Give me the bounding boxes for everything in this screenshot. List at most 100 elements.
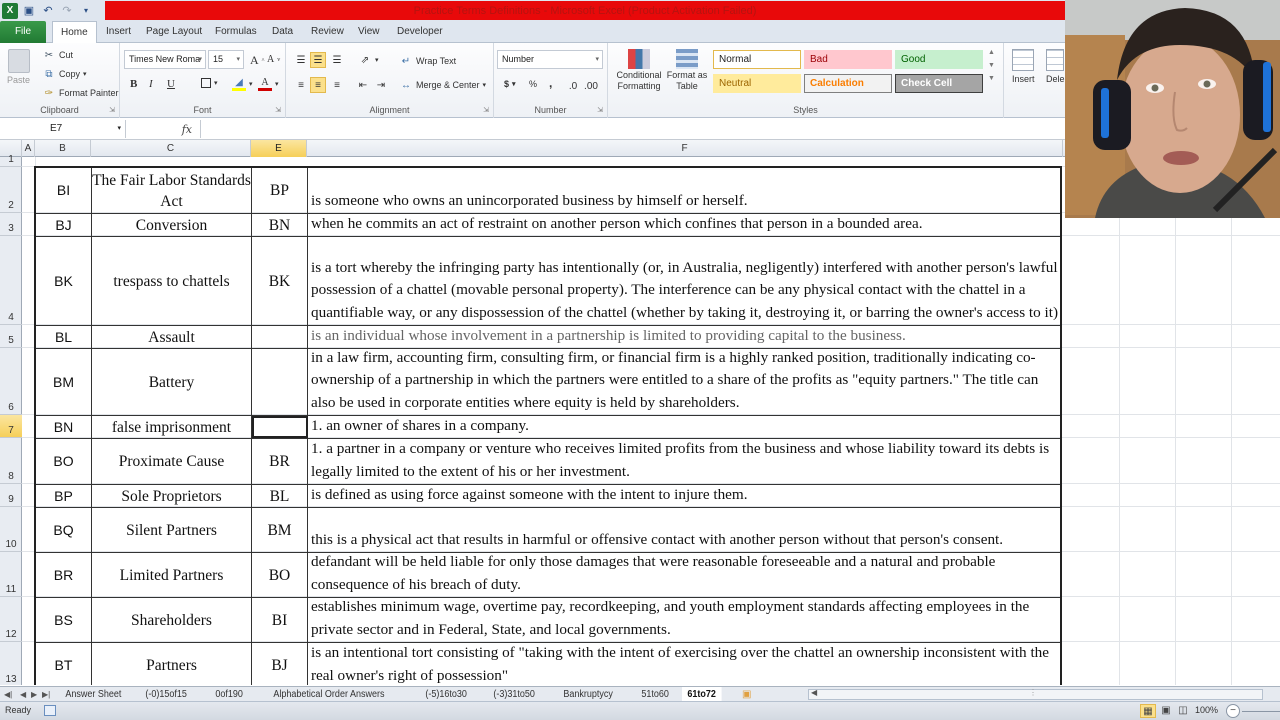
- code-cell[interactable]: BM: [36, 349, 92, 415]
- align-center-button[interactable]: ≡: [310, 77, 326, 93]
- answer-cell[interactable]: BN: [252, 214, 308, 236]
- undo-icon[interactable]: ↶: [40, 3, 56, 19]
- sheet-tab-61to72[interactable]: 61to72: [682, 687, 722, 702]
- merge-center-button[interactable]: ↔ Merge & Center ▾: [399, 78, 486, 92]
- term-cell[interactable]: trespass to chattels: [92, 237, 252, 325]
- shrink-font-button[interactable]: Av: [267, 54, 280, 65]
- definition-cell[interactable]: when he commits an act of restraint on a…: [308, 214, 1060, 236]
- column-header-e[interactable]: E: [251, 140, 307, 157]
- definition-cell[interactable]: is a tort whereby the infringing party h…: [308, 237, 1060, 325]
- definition-cell[interactable]: defandant will be held liable for only t…: [308, 553, 1060, 597]
- next-sheet-icon[interactable]: ▶: [31, 687, 37, 702]
- row-header-11[interactable]: 11: [0, 552, 22, 597]
- zoom-level[interactable]: 100%: [1195, 705, 1218, 715]
- sheet-tab-answer-sheet[interactable]: Answer Sheet: [60, 687, 127, 702]
- scroll-left-icon[interactable]: ◀: [811, 688, 817, 697]
- style-normal[interactable]: Normal: [713, 50, 801, 69]
- term-cell[interactable]: Battery: [92, 349, 252, 415]
- answer-cell[interactable]: [252, 349, 308, 415]
- zoom-out-icon[interactable]: −: [1226, 704, 1240, 718]
- definition-cell[interactable]: is someone who owns an unincorporated bu…: [308, 168, 1060, 213]
- code-cell[interactable]: BS: [36, 598, 92, 642]
- align-middle-button[interactable]: ☰: [310, 52, 326, 68]
- code-cell[interactable]: BK: [36, 237, 92, 325]
- sheet-tab-0of190[interactable]: 0of190: [210, 687, 248, 702]
- increase-decimal-button[interactable]: .0: [566, 79, 580, 93]
- delete-cells-button[interactable]: Dele: [1046, 49, 1065, 84]
- definition-cell[interactable]: 1. an owner of shares in a company.: [308, 416, 1060, 438]
- definition-cell[interactable]: is an intentional tort consisting of "ta…: [308, 643, 1060, 685]
- definition-cell[interactable]: this is a physical act that results in h…: [308, 508, 1060, 552]
- answer-cell[interactable]: BI: [252, 598, 308, 642]
- column-header-f[interactable]: F: [307, 140, 1063, 157]
- term-cell[interactable]: false imprisonment: [92, 416, 252, 438]
- sheet-tab-alphabetical-order-answers[interactable]: Alphabetical Order Answers: [268, 687, 390, 702]
- insert-cells-button[interactable]: Insert: [1012, 49, 1035, 84]
- code-cell[interactable]: BR: [36, 553, 92, 597]
- excel-logo-icon[interactable]: X: [2, 2, 18, 19]
- row-header-2[interactable]: 2: [0, 167, 22, 213]
- row-header-10[interactable]: 10: [0, 507, 22, 552]
- currency-button[interactable]: $ ▾: [504, 79, 516, 89]
- sheet-tab--0-15of15[interactable]: (-0)15of15: [140, 687, 192, 702]
- row-header-4[interactable]: 4: [0, 236, 22, 325]
- increase-indent-button[interactable]: ⇥: [374, 78, 388, 92]
- code-cell[interactable]: BI: [36, 168, 92, 213]
- term-cell[interactable]: Silent Partners: [92, 508, 252, 552]
- redo-icon[interactable]: ↷: [59, 3, 75, 19]
- zoom-slider[interactable]: [1242, 711, 1280, 712]
- copy-button[interactable]: ⧉ Copy ▾: [42, 67, 86, 81]
- orientation-button[interactable]: ⇗ ▾: [358, 53, 379, 67]
- code-cell[interactable]: BQ: [36, 508, 92, 552]
- dialog-launcher-icon[interactable]: ⇲: [109, 106, 115, 114]
- name-box[interactable]: E7 ▾: [0, 120, 126, 138]
- fill-color-button[interactable]: ◢ ▾: [232, 77, 253, 91]
- horizontal-scrollbar[interactable]: ◀ ⋮: [808, 688, 1263, 700]
- row-header-9[interactable]: 9: [0, 484, 22, 507]
- column-header-c[interactable]: C: [91, 140, 251, 157]
- comma-button[interactable]: ,: [549, 76, 552, 90]
- definition-cell[interactable]: in a law firm, accounting firm, consulti…: [308, 349, 1060, 415]
- answer-cell[interactable]: BR: [252, 439, 308, 484]
- term-cell[interactable]: Conversion: [92, 214, 252, 236]
- style-good[interactable]: Good: [895, 50, 983, 69]
- code-cell[interactable]: BL: [36, 326, 92, 348]
- definition-cell[interactable]: is an individual whose involvement in a …: [308, 326, 1060, 348]
- row-header-13[interactable]: 13: [0, 642, 22, 687]
- sheet-tab--3-31to50[interactable]: (-3)31to50: [488, 687, 540, 702]
- row-header-5[interactable]: 5: [0, 325, 22, 348]
- code-cell[interactable]: BO: [36, 439, 92, 484]
- tab-home[interactable]: Home: [52, 21, 97, 44]
- sheet-tab-51to60[interactable]: 51to60: [636, 687, 674, 702]
- answer-cell[interactable]: BP: [252, 168, 308, 213]
- save-icon[interactable]: ▣: [21, 3, 37, 19]
- tab-insert[interactable]: Insert: [98, 21, 139, 43]
- sheet-tab--5-16to30[interactable]: (-5)16to30: [420, 687, 472, 702]
- definition-cell[interactable]: 1. a partner in a company or venture who…: [308, 439, 1060, 484]
- prev-sheet-icon[interactable]: ◀: [20, 687, 26, 702]
- number-format-combo[interactable]: Number ▾: [497, 50, 603, 69]
- cut-button[interactable]: ✂ Cut: [42, 48, 73, 62]
- align-left-button[interactable]: ≡: [294, 78, 308, 92]
- tab-formulas[interactable]: Formulas: [207, 21, 265, 43]
- align-right-button[interactable]: ≡: [330, 78, 344, 92]
- answer-cell[interactable]: BO: [252, 553, 308, 597]
- dialog-launcher-icon[interactable]: ⇲: [597, 106, 603, 114]
- row-header-8[interactable]: 8: [0, 438, 22, 484]
- macro-record-icon[interactable]: [44, 705, 56, 716]
- tab-file[interactable]: File: [0, 21, 46, 43]
- page-break-view-icon[interactable]: ◫: [1175, 704, 1191, 718]
- page-layout-view-icon[interactable]: ▣: [1158, 704, 1174, 718]
- term-cell[interactable]: Partners: [92, 643, 252, 685]
- italic-button[interactable]: I: [149, 78, 153, 90]
- underline-button[interactable]: U: [167, 78, 175, 90]
- decrease-decimal-button[interactable]: .00: [584, 79, 598, 93]
- answer-cell[interactable]: BJ: [252, 643, 308, 685]
- code-cell[interactable]: BP: [36, 485, 92, 507]
- font-size-combo[interactable]: 15 ▾: [208, 50, 244, 69]
- conditional-formatting-button[interactable]: Conditional Formatting: [614, 49, 664, 92]
- tab-review[interactable]: Review: [303, 21, 352, 43]
- answer-cell[interactable]: [252, 326, 308, 348]
- worksheet-grid[interactable]: BI The Fair Labor Standards Act BP is some…: [22, 157, 1280, 685]
- code-cell[interactable]: BN: [36, 416, 92, 438]
